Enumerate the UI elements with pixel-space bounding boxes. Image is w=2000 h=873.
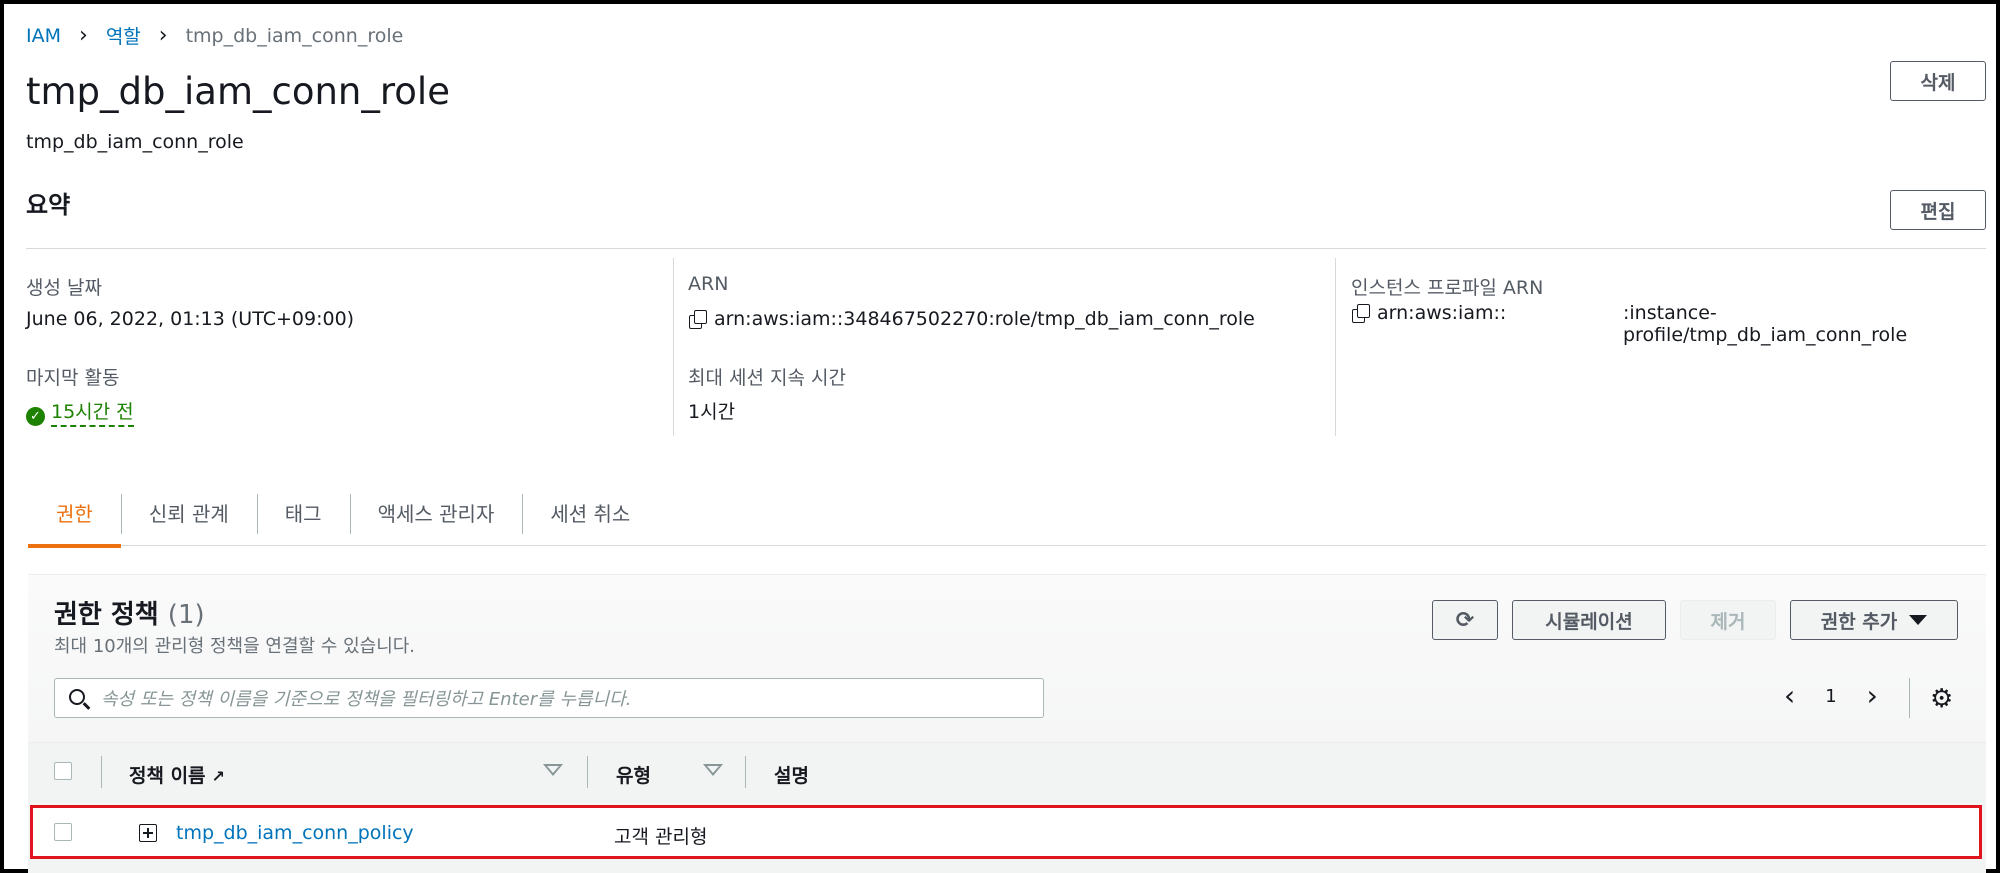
column-divider: [673, 258, 674, 436]
arn-row: arn:aws:iam::348467502270:role/tmp_db_ia…: [688, 308, 1255, 330]
chevron-right-icon[interactable]: ›: [1867, 682, 1878, 710]
last-activity-label: 마지막 활동: [26, 367, 120, 389]
iam-role-page: IAM › 역할 › tmp_db_iam_conn_role tmp_db_i…: [0, 0, 2000, 873]
external-link-icon: ↗: [211, 767, 225, 786]
page-title: tmp_db_iam_conn_role: [26, 70, 450, 113]
edit-button[interactable]: 편집: [1890, 190, 1986, 230]
tab-tags[interactable]: 태그: [256, 480, 350, 546]
page-subtitle: tmp_db_iam_conn_role: [26, 131, 244, 153]
sort-caret-icon[interactable]: [543, 764, 563, 776]
tab-revoke-sessions[interactable]: 세션 취소: [522, 480, 658, 546]
column-type[interactable]: 유형: [616, 761, 651, 788]
summary-divider: [26, 248, 1986, 249]
add-permissions-label: 권한 추가: [1820, 610, 1898, 633]
chevron-left-icon[interactable]: ‹: [1784, 682, 1795, 710]
copy-icon[interactable]: [688, 310, 707, 329]
tab-bar: 권한 신뢰 관계 태그 액세스 관리자 세션 취소: [28, 480, 1986, 548]
current-page[interactable]: 1: [1825, 686, 1836, 707]
instance-profile-suffix: :instance-profile/tmp_db_iam_conn_role: [1623, 302, 1908, 346]
policy-name-link[interactable]: tmp_db_iam_conn_policy: [176, 822, 414, 844]
arn-label: ARN: [688, 273, 729, 295]
chevron-right-icon: ›: [158, 23, 168, 48]
instance-profile-label: 인스턴스 프로파일 ARN: [1351, 277, 1544, 299]
max-session-label: 최대 세션 지속 시간: [688, 367, 846, 389]
pager-divider: [1909, 678, 1910, 718]
header-divider: [101, 756, 102, 788]
caret-down-icon: [1909, 615, 1928, 625]
policy-search-input[interactable]: 속성 또는 정책 이름을 기준으로 정책을 필터링하고 Enter를 누릅니다.: [54, 678, 1044, 718]
breadcrumb-current: tmp_db_iam_conn_role: [185, 24, 404, 47]
created-label: 생성 날짜: [26, 277, 102, 299]
breadcrumb-roles-link[interactable]: 역할: [106, 22, 141, 49]
copy-icon[interactable]: [1351, 304, 1370, 323]
policies-count: (1): [167, 600, 205, 630]
last-activity-value[interactable]: 15시간 전: [51, 401, 134, 427]
created-value: June 06, 2022, 01:13 (UTC+09:00): [26, 308, 355, 330]
last-activity-status[interactable]: ✓ 15시간 전: [26, 397, 134, 427]
sort-caret-icon[interactable]: [703, 764, 723, 776]
summary-heading: 요약: [26, 191, 71, 219]
header-divider: [587, 756, 588, 788]
chevron-right-icon: ›: [79, 23, 88, 48]
breadcrumb: IAM › 역할 › tmp_db_iam_conn_role: [26, 22, 403, 49]
column-divider: [1335, 258, 1336, 436]
tab-trust-relationships[interactable]: 신뢰 관계: [120, 480, 257, 546]
expand-icon[interactable]: [139, 824, 157, 842]
policies-heading: 권한 정책 (1): [54, 594, 205, 631]
check-circle-icon: ✓: [26, 407, 45, 426]
row-checkbox[interactable]: [54, 823, 72, 841]
column-description: 설명: [774, 765, 809, 787]
delete-button[interactable]: 삭제: [1890, 61, 1986, 101]
refresh-icon: ⟳: [1455, 607, 1475, 633]
search-icon: [69, 689, 85, 705]
column-policy-name-label: 정책 이름: [129, 765, 206, 787]
instance-profile-row: arn:aws:iam::: [1351, 302, 1506, 324]
table-header: [28, 742, 1986, 802]
breadcrumb-iam-link[interactable]: IAM: [26, 25, 61, 47]
policies-title: 권한 정책: [54, 600, 159, 630]
refresh-button[interactable]: ⟳: [1432, 600, 1498, 640]
tab-permissions[interactable]: 권한: [28, 480, 121, 548]
max-session-value: 1시간: [688, 401, 736, 423]
column-policy-name[interactable]: 정책 이름 ↗: [129, 761, 225, 788]
search-placeholder: 속성 또는 정책 이름을 기준으로 정책을 필터링하고 Enter를 누릅니다.: [101, 689, 632, 710]
header-divider: [745, 756, 746, 788]
arn-value: arn:aws:iam::348467502270:role/tmp_db_ia…: [714, 308, 1255, 330]
simulate-button[interactable]: 시뮬레이션: [1512, 600, 1666, 640]
policy-type: 고객 관리형: [614, 826, 708, 848]
pagination: ‹ 1 ›: [1784, 682, 1878, 710]
add-permissions-button[interactable]: 권한 추가: [1790, 600, 1958, 640]
tab-access-advisor[interactable]: 액세스 관리자: [349, 480, 523, 546]
instance-profile-prefix: arn:aws:iam::: [1377, 302, 1507, 324]
gear-icon[interactable]: ⚙: [1930, 684, 1953, 714]
remove-button[interactable]: 제거: [1680, 600, 1776, 640]
select-all-checkbox[interactable]: [54, 762, 72, 780]
policies-subtitle: 최대 10개의 관리형 정책을 연결할 수 있습니다.: [54, 636, 416, 657]
